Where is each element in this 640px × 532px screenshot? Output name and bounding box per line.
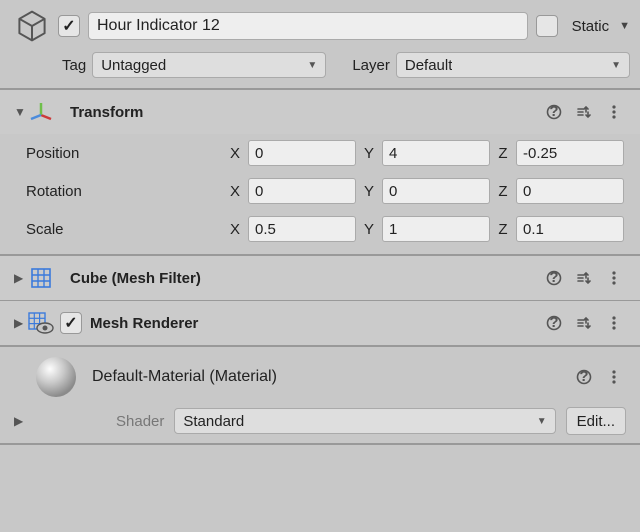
static-label: Static xyxy=(572,18,610,35)
shader-label: Shader xyxy=(116,413,164,430)
context-menu-icon[interactable] xyxy=(602,365,626,389)
meshrenderer-foldout-icon[interactable]: ▶ xyxy=(14,316,28,330)
svg-text:?: ? xyxy=(579,369,588,385)
layer-label: Layer xyxy=(352,57,390,74)
object-name-input[interactable]: Hour Indicator 12 xyxy=(88,12,528,40)
meshfilter-title: Cube (Mesh Filter) xyxy=(70,270,536,287)
shader-dropdown[interactable]: Standard▼ xyxy=(174,408,555,434)
help-icon[interactable]: ? xyxy=(542,100,566,124)
meshrenderer-enable-checkbox[interactable] xyxy=(60,312,82,334)
position-z-input[interactable]: -0.25 xyxy=(516,140,624,166)
help-icon[interactable]: ? xyxy=(542,311,566,335)
rotation-y-input[interactable]: 0 xyxy=(382,178,490,204)
svg-text:?: ? xyxy=(549,104,558,120)
meshrenderer-component-header[interactable]: ▶ Mesh Renderer ? xyxy=(0,301,640,345)
edit-button[interactable]: Edit... xyxy=(566,407,626,435)
scale-label: Scale xyxy=(26,221,222,238)
rotation-z-input[interactable]: 0 xyxy=(516,178,624,204)
help-icon[interactable]: ? xyxy=(542,266,566,290)
context-menu-icon[interactable] xyxy=(602,100,626,124)
transform-title: Transform xyxy=(70,104,536,121)
z-label: Z xyxy=(494,145,512,162)
position-label: Position xyxy=(26,145,222,162)
meshrenderer-icon xyxy=(28,312,54,334)
preset-icon[interactable] xyxy=(572,311,596,335)
material-header[interactable]: Default-Material (Material) ? xyxy=(0,347,640,403)
preset-icon[interactable] xyxy=(572,266,596,290)
preset-icon[interactable] xyxy=(572,100,596,124)
position-y-input[interactable]: 4 xyxy=(382,140,490,166)
tag-dropdown[interactable]: Untagged▼ xyxy=(92,52,326,78)
material-foldout-icon[interactable]: ▶ xyxy=(14,414,28,428)
svg-text:?: ? xyxy=(549,270,558,286)
scale-y-input[interactable]: 1 xyxy=(382,216,490,242)
active-checkbox[interactable] xyxy=(58,15,80,37)
material-preview-icon xyxy=(34,355,78,399)
static-dropdown-arrow[interactable]: ▼ xyxy=(619,20,630,32)
gameobject-cube-icon[interactable] xyxy=(14,8,50,44)
meshrenderer-title: Mesh Renderer xyxy=(90,315,536,332)
tag-label: Tag xyxy=(62,57,86,74)
meshfilter-foldout-icon[interactable]: ▶ xyxy=(14,271,28,285)
context-menu-icon[interactable] xyxy=(602,311,626,335)
scale-z-input[interactable]: 0.1 xyxy=(516,216,624,242)
svg-text:?: ? xyxy=(549,315,558,331)
static-checkbox[interactable] xyxy=(536,15,558,37)
rotation-x-input[interactable]: 0 xyxy=(248,178,356,204)
transform-icon xyxy=(28,101,54,123)
transform-foldout-icon[interactable]: ▼ xyxy=(14,105,28,119)
y-label: Y xyxy=(360,145,378,162)
meshfilter-icon xyxy=(28,267,54,289)
transform-component-header[interactable]: ▼ Transform ? xyxy=(0,90,640,134)
help-icon[interactable]: ? xyxy=(572,365,596,389)
material-title: Default-Material (Material) xyxy=(92,368,566,386)
x-label: X xyxy=(226,145,244,162)
context-menu-icon[interactable] xyxy=(602,266,626,290)
scale-x-input[interactable]: 0.5 xyxy=(248,216,356,242)
rotation-label: Rotation xyxy=(26,183,222,200)
layer-dropdown[interactable]: Default▼ xyxy=(396,52,630,78)
meshfilter-component-header[interactable]: ▶ Cube (Mesh Filter) ? xyxy=(0,256,640,300)
position-x-input[interactable]: 0 xyxy=(248,140,356,166)
